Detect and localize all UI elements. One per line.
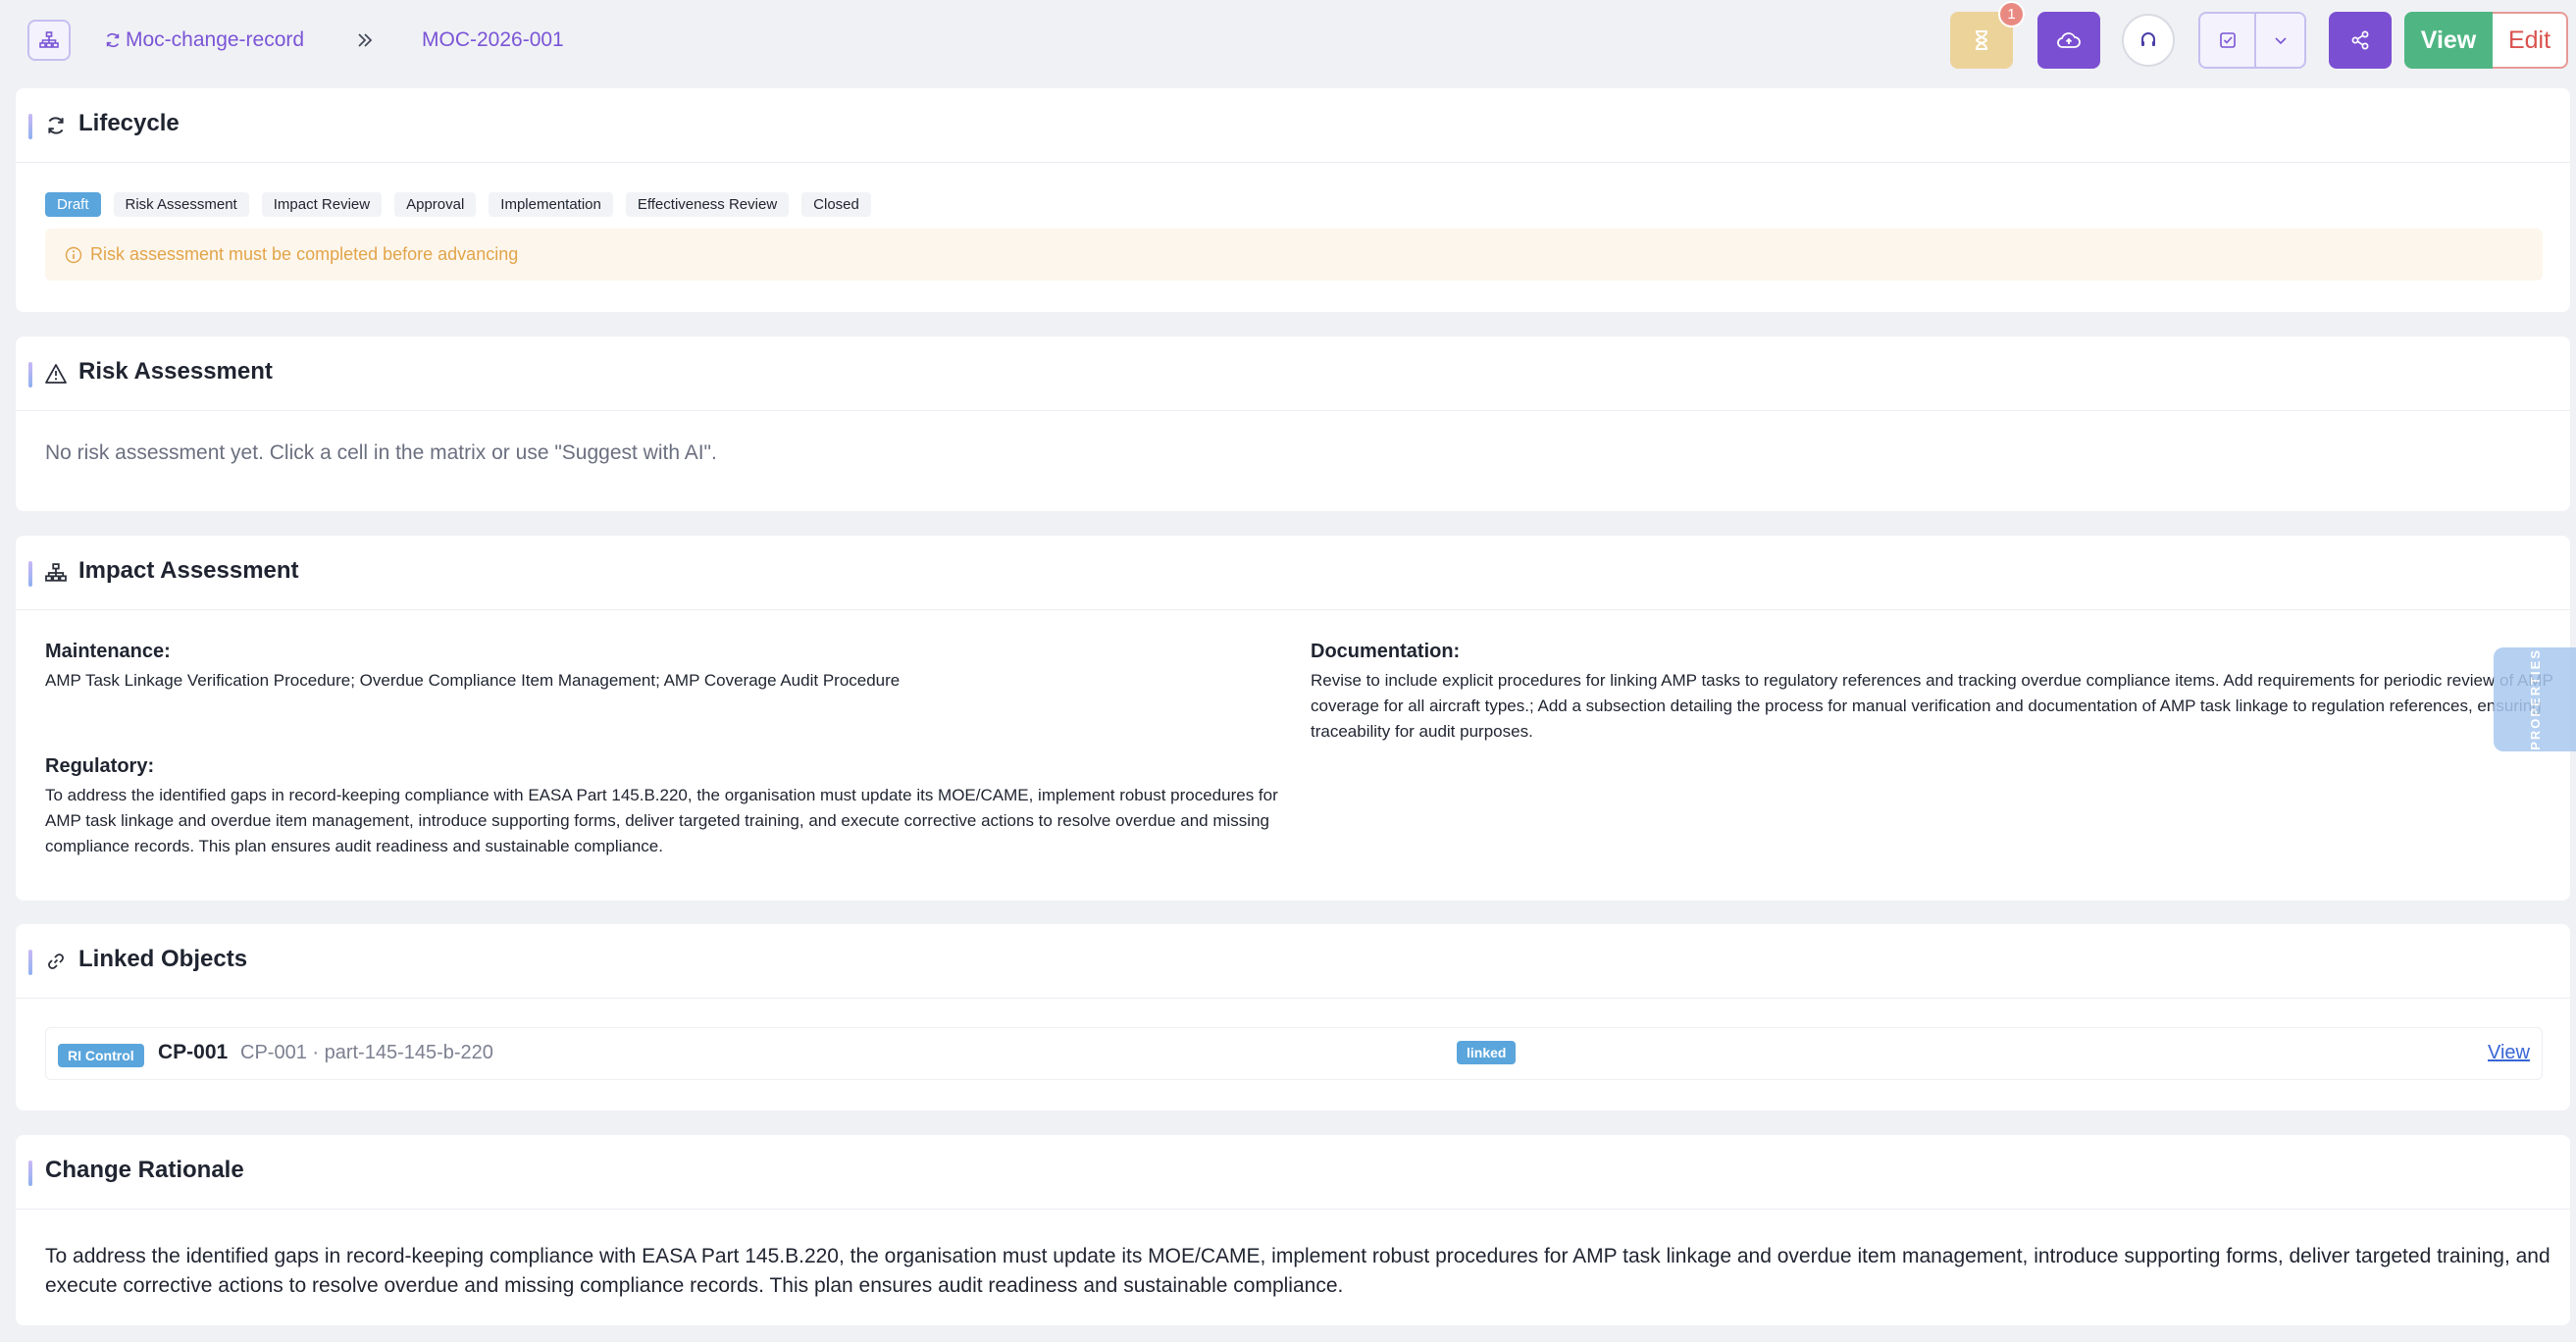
hierarchy-button[interactable] bbox=[27, 20, 71, 61]
stage-impact-review[interactable]: Impact Review bbox=[261, 192, 383, 217]
change-rationale-card: Change Rationale To address the identifi… bbox=[16, 1135, 2570, 1325]
impact-title: Impact Assessment bbox=[78, 557, 299, 584]
task-button[interactable] bbox=[2198, 12, 2255, 69]
impact-maintenance: Maintenance: AMP Task Linkage Verificati… bbox=[45, 641, 1291, 694]
rationale-title: Change Rationale bbox=[45, 1157, 244, 1183]
object-subtitle: CP-001 · part-145-145-b-220 bbox=[240, 1042, 493, 1063]
linked-objects-card: Linked Objects RI Control CP-001 CP-001 … bbox=[16, 924, 2570, 1110]
object-code: CP-001 bbox=[158, 1041, 229, 1063]
rationale-text: To address the identified gaps in record… bbox=[45, 1245, 2550, 1297]
lifecycle-title: Lifecycle bbox=[78, 110, 180, 136]
properties-panel-tab[interactable]: PROPERTIES bbox=[2494, 647, 2576, 751]
breadcrumb-parent[interactable]: Moc-change-record bbox=[104, 26, 304, 55]
double-chevron-right-icon bbox=[358, 33, 373, 47]
edit-mode-button[interactable]: Edit bbox=[2493, 12, 2568, 69]
chevron-down-icon bbox=[2274, 37, 2287, 45]
section-accent bbox=[28, 114, 32, 139]
checkbox-icon bbox=[2219, 32, 2236, 48]
refresh-icon bbox=[106, 32, 120, 48]
stage-implementation[interactable]: Implementation bbox=[489, 192, 613, 217]
stage-risk-assessment[interactable]: Risk Assessment bbox=[113, 192, 249, 217]
linked-object-row[interactable]: RI Control CP-001 CP-001 · part-145-145-… bbox=[45, 1027, 2543, 1080]
lifecycle-stages: Draft Risk Assessment Impact Review Appr… bbox=[45, 192, 871, 217]
lifecycle-card: Lifecycle Draft Risk Assessment Impact R… bbox=[16, 88, 2570, 312]
maintenance-text: AMP Task Linkage Verification Procedure;… bbox=[45, 671, 901, 690]
lifecycle-warning: Risk assessment must be completed before… bbox=[45, 229, 2543, 281]
hourglass-icon bbox=[1975, 30, 1988, 50]
refresh-icon bbox=[43, 113, 69, 138]
view-mode-button[interactable]: View bbox=[2404, 12, 2493, 69]
stage-closed[interactable]: Closed bbox=[801, 192, 871, 217]
documentation-label: Documentation: bbox=[1311, 641, 1461, 662]
upload-button[interactable] bbox=[2037, 12, 2100, 69]
regulatory-label: Regulatory: bbox=[45, 755, 155, 777]
impact-header: Impact Assessment bbox=[16, 536, 2570, 610]
headset-icon bbox=[2141, 32, 2155, 46]
linked-title: Linked Objects bbox=[78, 946, 248, 972]
risk-header: Risk Assessment bbox=[16, 336, 2570, 411]
task-dropdown-button[interactable] bbox=[2255, 12, 2306, 69]
risk-assessment-card: Risk Assessment No risk assessment yet. … bbox=[16, 336, 2570, 511]
stage-approval[interactable]: Approval bbox=[394, 192, 477, 217]
stage-draft[interactable]: Draft bbox=[45, 192, 101, 217]
impact-regulatory: Regulatory: To address the identified ga… bbox=[45, 755, 1301, 859]
hierarchy-icon bbox=[39, 31, 59, 48]
share-icon bbox=[2351, 30, 2369, 50]
section-accent bbox=[28, 1161, 32, 1186]
lifecycle-warning-text: Risk assessment must be completed before… bbox=[90, 244, 519, 264]
breadcrumb-separator bbox=[355, 26, 375, 55]
link-icon bbox=[43, 949, 69, 974]
lifecycle-header: Lifecycle bbox=[16, 88, 2570, 163]
hierarchy-icon bbox=[43, 560, 69, 586]
breadcrumb-current[interactable]: MOC-2026-001 bbox=[422, 26, 564, 55]
section-accent bbox=[28, 362, 32, 387]
regulatory-text: To address the identified gaps in record… bbox=[45, 786, 1278, 855]
properties-tab-label: PROPERTIES bbox=[2527, 648, 2543, 750]
view-linked-object-link[interactable]: View bbox=[2488, 1042, 2530, 1064]
section-accent bbox=[28, 950, 32, 975]
top-bar: Moc-change-record MOC-2026-001 1 View Ed… bbox=[0, 0, 2576, 78]
pending-count-badge: 1 bbox=[1998, 1, 2025, 27]
breadcrumb-parent-label: Moc-change-record bbox=[126, 28, 305, 51]
link-status-badge: linked bbox=[1457, 1041, 1517, 1064]
section-accent bbox=[28, 561, 32, 587]
impact-documentation: Documentation: Revise to include explici… bbox=[1311, 641, 2556, 745]
info-icon bbox=[65, 246, 82, 263]
maintenance-label: Maintenance: bbox=[45, 641, 171, 662]
impact-assessment-card: Impact Assessment Maintenance: AMP Task … bbox=[16, 536, 2570, 901]
share-button[interactable] bbox=[2329, 12, 2392, 69]
rationale-header: Change Rationale bbox=[16, 1135, 2570, 1210]
risk-empty-text: No risk assessment yet. Click a cell in … bbox=[45, 441, 717, 464]
risk-title: Risk Assessment bbox=[78, 358, 273, 385]
support-button[interactable] bbox=[2122, 14, 2175, 67]
linked-header: Linked Objects bbox=[16, 924, 2570, 999]
warning-triangle-icon bbox=[43, 361, 69, 387]
cloud-upload-icon bbox=[2057, 32, 2081, 48]
object-type-tag: RI Control bbox=[58, 1044, 144, 1067]
stage-effectiveness-review[interactable]: Effectiveness Review bbox=[625, 192, 790, 217]
documentation-text: Revise to include explicit procedures fo… bbox=[1311, 671, 2553, 741]
